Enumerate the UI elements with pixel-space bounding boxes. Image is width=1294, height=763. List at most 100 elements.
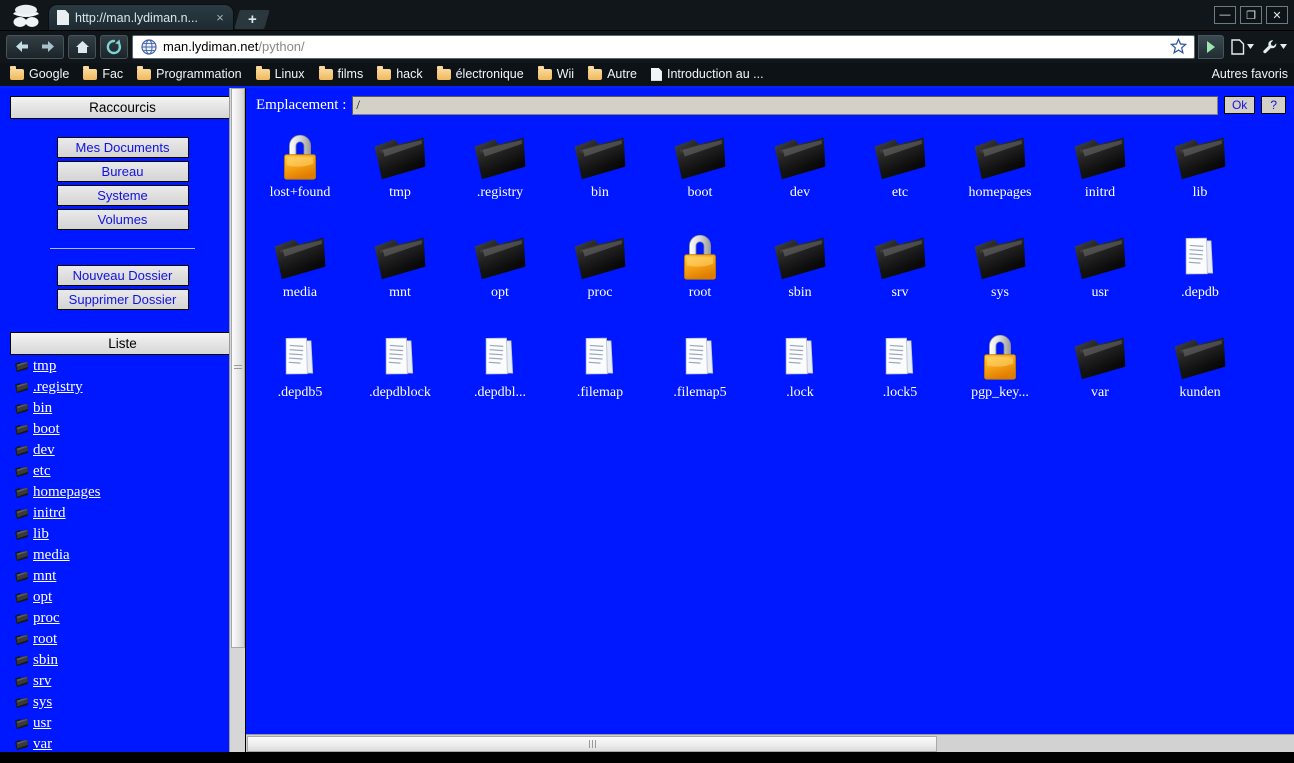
sidebar-list-item[interactable]: usr bbox=[13, 713, 235, 734]
sidebar-list-item[interactable]: lib bbox=[13, 524, 235, 545]
file-item[interactable]: media bbox=[250, 227, 350, 327]
page-horizontal-scrollbar[interactable] bbox=[246, 734, 1294, 752]
file-item[interactable]: sbin bbox=[750, 227, 850, 327]
bookmark-item[interactable]: hack bbox=[371, 65, 428, 83]
file-item[interactable]: .lock bbox=[750, 327, 850, 427]
sidebar-list-item-label[interactable]: usr bbox=[33, 715, 51, 732]
file-item[interactable]: tmp bbox=[350, 127, 450, 227]
sidebar-list-item-label[interactable]: var bbox=[33, 736, 52, 752]
sidebar-list-item[interactable]: .registry bbox=[13, 377, 235, 398]
new-tab-button[interactable]: + bbox=[234, 10, 270, 29]
action-button-nouveau-dossier[interactable]: Nouveau Dossier bbox=[56, 264, 189, 286]
sidebar-list-item-label[interactable]: boot bbox=[33, 421, 60, 438]
sidebar-list-item[interactable]: sys bbox=[13, 692, 235, 713]
go-button[interactable] bbox=[1198, 34, 1224, 59]
sidebar-list-item-label[interactable]: mnt bbox=[33, 568, 56, 585]
sidebar-list-item-label[interactable]: tmp bbox=[33, 358, 56, 375]
sidebar-list-item[interactable]: proc bbox=[13, 608, 235, 629]
sidebar-list-item-label[interactable]: bin bbox=[33, 400, 52, 417]
file-item[interactable]: pgp_key... bbox=[950, 327, 1050, 427]
file-item[interactable]: opt bbox=[450, 227, 550, 327]
sidebar-list-item-label[interactable]: sys bbox=[33, 694, 52, 711]
address-bar[interactable]: man.lydiman.net/python/ bbox=[132, 34, 1195, 59]
sidebar-list-item[interactable]: bin bbox=[13, 398, 235, 419]
sidebar-list-item[interactable]: root bbox=[13, 629, 235, 650]
sidebar-list-item[interactable]: boot bbox=[13, 419, 235, 440]
sidebar-list-item[interactable]: opt bbox=[13, 587, 235, 608]
file-item[interactable]: initrd bbox=[1050, 127, 1150, 227]
file-item[interactable]: .depdb5 bbox=[250, 327, 350, 427]
help-button[interactable]: ? bbox=[1261, 96, 1286, 115]
file-item[interactable]: etc bbox=[850, 127, 950, 227]
shortcut-button-systeme[interactable]: Systeme bbox=[56, 184, 189, 206]
reload-button[interactable] bbox=[100, 34, 128, 59]
file-item[interactable]: .filemap5 bbox=[650, 327, 750, 427]
file-item[interactable]: .lock5 bbox=[850, 327, 950, 427]
sidebar-list-item-label[interactable]: homepages bbox=[33, 484, 100, 501]
sidebar-list-item[interactable]: etc bbox=[13, 461, 235, 482]
sidebar-list-item-label[interactable]: lib bbox=[33, 526, 49, 543]
file-item[interactable]: dev bbox=[750, 127, 850, 227]
sidebar-list-item[interactable]: srv bbox=[13, 671, 235, 692]
bookmark-item[interactable]: films bbox=[313, 65, 370, 83]
file-item[interactable]: var bbox=[1050, 327, 1150, 427]
other-bookmarks-button[interactable]: Autres favoris bbox=[1206, 67, 1288, 81]
sidebar-list-item[interactable]: initrd bbox=[13, 503, 235, 524]
sidebar-list-item-label[interactable]: initrd bbox=[33, 505, 66, 522]
sidebar-list-item-label[interactable]: etc bbox=[33, 463, 50, 480]
sidebar-list-item[interactable]: sbin bbox=[13, 650, 235, 671]
sidebar-list-item-label[interactable]: .registry bbox=[33, 379, 83, 396]
sidebar-list-item-label[interactable]: proc bbox=[33, 610, 60, 627]
bookmark-item[interactable]: Autre bbox=[582, 65, 643, 83]
sidebar-list-item[interactable]: homepages bbox=[13, 482, 235, 503]
file-item[interactable]: usr bbox=[1050, 227, 1150, 327]
file-item[interactable]: .depdblock bbox=[350, 327, 450, 427]
file-item[interactable]: .depdb bbox=[1150, 227, 1250, 327]
sidebar-list-item-label[interactable]: media bbox=[33, 547, 70, 564]
minimize-button[interactable]: — bbox=[1214, 6, 1236, 24]
sidebar-list-item[interactable]: dev bbox=[13, 440, 235, 461]
action-button-supprimer-dossier[interactable]: Supprimer Dossier bbox=[56, 288, 189, 310]
sidebar-list-item-label[interactable]: srv bbox=[33, 673, 51, 690]
shortcut-button-mes-documents[interactable]: Mes Documents bbox=[56, 136, 189, 158]
file-item[interactable]: .filemap bbox=[550, 327, 650, 427]
file-item[interactable]: homepages bbox=[950, 127, 1050, 227]
home-button[interactable] bbox=[68, 34, 96, 59]
file-item[interactable]: boot bbox=[650, 127, 750, 227]
scrollbar-thumb[interactable] bbox=[247, 735, 937, 752]
file-item[interactable]: lib bbox=[1150, 127, 1250, 227]
bookmark-star-icon[interactable] bbox=[1166, 36, 1190, 58]
sidebar-list-item-label[interactable]: opt bbox=[33, 589, 52, 606]
wrench-menu-button[interactable] bbox=[1260, 35, 1288, 59]
file-item[interactable]: lost+found bbox=[250, 127, 350, 227]
page-menu-button[interactable] bbox=[1228, 35, 1256, 59]
file-item[interactable]: root bbox=[650, 227, 750, 327]
file-item[interactable]: kunden bbox=[1150, 327, 1250, 427]
sidebar-list-item-label[interactable]: sbin bbox=[33, 652, 58, 669]
sidebar-list-item[interactable]: media bbox=[13, 545, 235, 566]
close-button[interactable]: ✕ bbox=[1266, 6, 1288, 24]
file-item[interactable]: bin bbox=[550, 127, 650, 227]
file-item[interactable]: mnt bbox=[350, 227, 450, 327]
location-input[interactable] bbox=[352, 95, 1218, 115]
sidebar-vertical-scrollbar[interactable] bbox=[229, 87, 245, 752]
bookmark-item[interactable]: Wii bbox=[532, 65, 580, 83]
sidebar-list-item-label[interactable]: root bbox=[33, 631, 57, 648]
bookmark-item[interactable]: Google bbox=[4, 65, 75, 83]
sidebar-list-item[interactable]: var bbox=[13, 734, 235, 752]
file-item[interactable]: sys bbox=[950, 227, 1050, 327]
file-item[interactable]: srv bbox=[850, 227, 950, 327]
file-item[interactable]: .registry bbox=[450, 127, 550, 227]
bookmark-item[interactable]: Linux bbox=[250, 65, 311, 83]
sidebar-list-item-label[interactable]: dev bbox=[33, 442, 55, 459]
sidebar-list-item[interactable]: mnt bbox=[13, 566, 235, 587]
file-item[interactable]: proc bbox=[550, 227, 650, 327]
ok-button[interactable]: Ok bbox=[1223, 96, 1256, 115]
close-icon[interactable]: × bbox=[213, 11, 227, 25]
sidebar-list-item[interactable]: tmp bbox=[13, 356, 235, 377]
bookmark-item[interactable]: Introduction au ... bbox=[645, 65, 770, 83]
bookmark-item[interactable]: Fac bbox=[77, 65, 129, 83]
shortcut-button-bureau[interactable]: Bureau bbox=[56, 160, 189, 182]
maximize-button[interactable]: ❐ bbox=[1240, 6, 1262, 24]
browser-tab[interactable]: http://man.lydiman.n... × bbox=[48, 4, 234, 30]
